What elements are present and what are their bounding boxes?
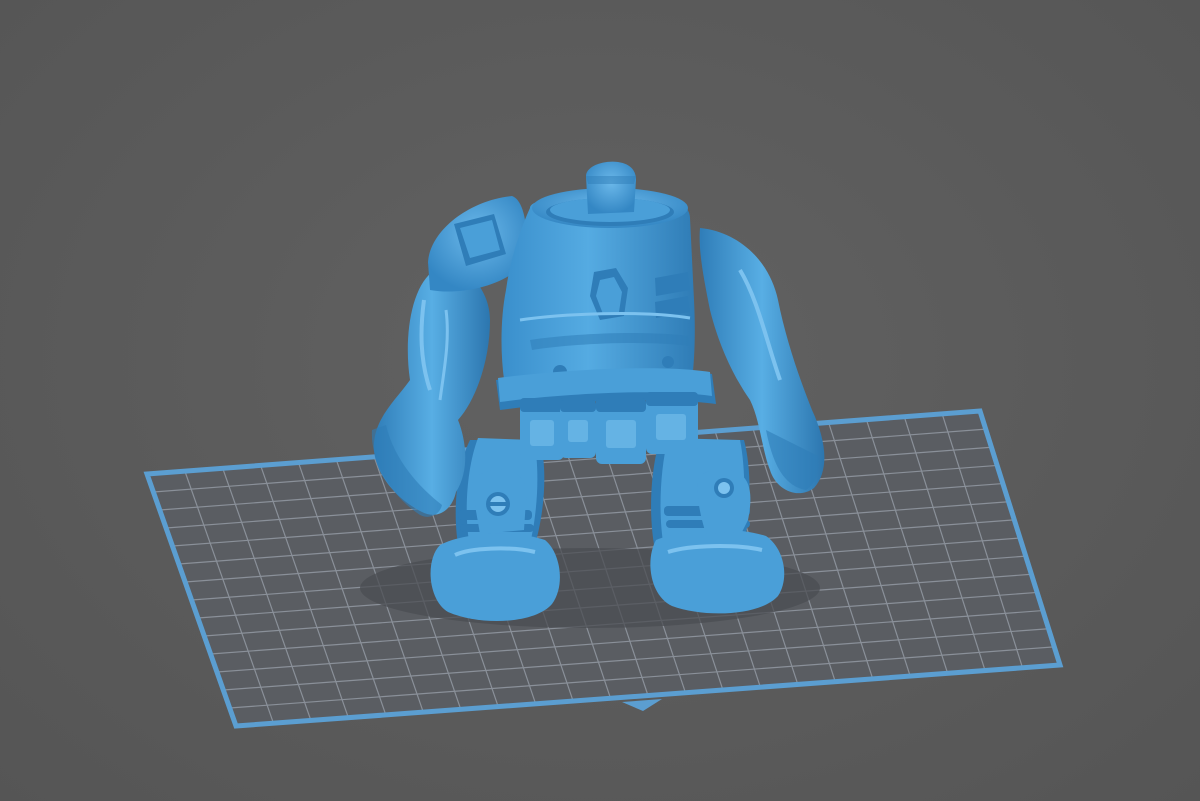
pouch bbox=[520, 398, 564, 460]
torso bbox=[501, 161, 695, 396]
3d-viewport[interactable] bbox=[0, 0, 1200, 801]
pouch bbox=[560, 400, 596, 458]
pouch bbox=[646, 392, 698, 454]
belt bbox=[496, 368, 716, 464]
scene-canvas[interactable] bbox=[0, 0, 1200, 801]
pouch bbox=[596, 398, 646, 464]
triangle-down-icon bbox=[622, 699, 662, 711]
